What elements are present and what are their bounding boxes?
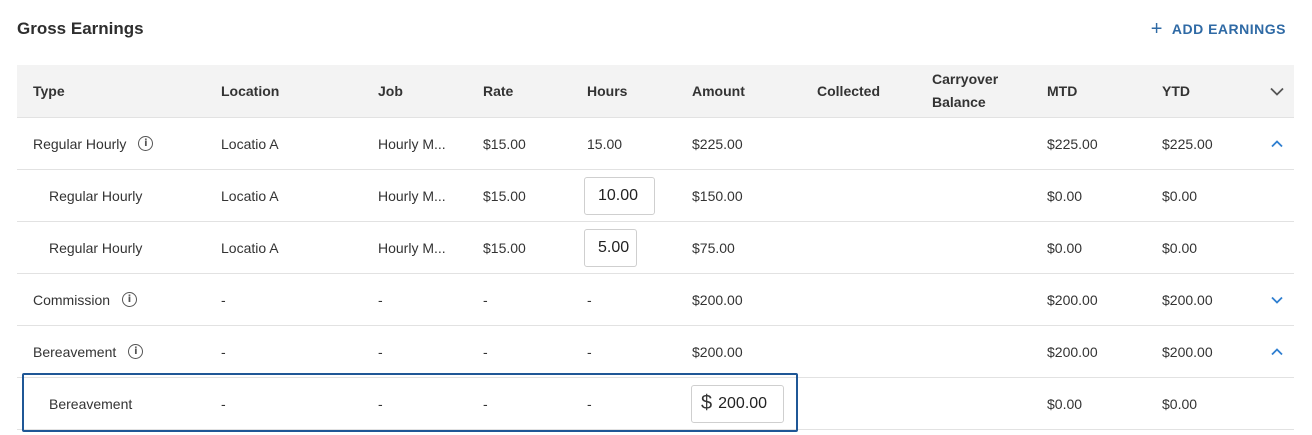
row-ytd: $225.00 [1162,135,1213,152]
row-rate: $15.00 [483,135,526,152]
row-mtd: $0.00 [1047,239,1083,256]
row-location: Locatio A [221,187,279,204]
row-type: Bereavement i [33,326,144,377]
row-ytd: $200.00 [1162,291,1213,308]
col-carryover-balance: Carryover Balance [932,65,998,117]
table-row: Bereavement - - - - $ 200.00 $0.00 $0.00 [17,378,1294,430]
plus-icon: + [1150,18,1163,40]
amount-input[interactable]: $ 200.00 [691,384,784,423]
col-mtd: MTD [1047,83,1078,99]
row-job: Hourly M... [378,187,446,204]
row-location: - [221,291,226,308]
table-row: Commission i - - - - $200.00 $200.00 $20… [17,274,1294,326]
row-rate: $15.00 [483,239,526,256]
row-type: Commission i [33,274,138,325]
row-job: - [378,343,383,360]
row-type-label: Regular Hourly [33,135,127,152]
row-ytd: $0.00 [1162,187,1198,204]
table-header: Type Location Job Rate Hours Amount Coll… [17,65,1294,118]
table-row: Regular Hourly Locatio A Hourly M... $15… [17,170,1294,222]
row-mtd: $200.00 [1047,343,1098,360]
chevron-down-icon[interactable] [1267,65,1287,117]
col-hours: Hours [587,83,628,99]
table-row: Bereavement i - - - - $200.00 $200.00 $2… [17,326,1294,378]
row-type-label: Bereavement [33,343,117,360]
row-mtd: $225.00 [1047,135,1098,152]
row-location: - [221,343,226,360]
row-ytd: $200.00 [1162,343,1213,360]
row-hours: - [587,395,592,412]
row-amount-cell: $ 200.00 [691,378,784,429]
col-job: Job [378,83,403,99]
row-amount: $75.00 [692,239,735,256]
col-rate: Rate [483,83,514,99]
row-hours-cell: 10.00 [584,170,655,221]
row-amount: $150.00 [692,187,743,204]
col-location: Location [221,83,280,99]
row-amount: $225.00 [692,135,743,152]
info-icon[interactable]: i [128,344,144,359]
row-mtd: $0.00 [1047,395,1083,412]
row-type-label: Commission [33,291,111,308]
row-job: - [378,395,383,412]
hours-input[interactable]: 5.00 [584,228,637,267]
chevron-up-icon[interactable] [1267,118,1287,169]
row-job: Hourly M... [378,135,446,152]
row-location: - [221,395,226,412]
currency-symbol: $ [701,392,713,414]
add-earnings-label: ADD EARNINGS [1171,21,1286,37]
page-title: Gross Earnings [17,19,144,38]
row-mtd: $0.00 [1047,187,1083,204]
table-row: Regular Hourly i Locatio A Hourly M... $… [17,118,1294,170]
amount-value: 200.00 [718,394,768,412]
hours-input[interactable]: 10.00 [584,176,655,215]
row-job: Hourly M... [378,239,446,256]
row-mtd: $200.00 [1047,291,1098,308]
row-rate: $15.00 [483,187,526,204]
row-job: - [378,291,383,308]
row-amount: $200.00 [692,343,743,360]
info-icon[interactable]: i [122,292,138,307]
row-type: Regular Hourly [49,239,143,256]
chevron-up-icon[interactable] [1267,326,1287,377]
col-carryover-line2: Balance [932,94,986,110]
row-rate: - [483,343,488,360]
row-amount: $200.00 [692,291,743,308]
row-location: Locatio A [221,239,279,256]
row-type: Bereavement [49,395,133,412]
row-hours: 15.00 [587,135,623,152]
row-location: Locatio A [221,135,279,152]
row-type: Regular Hourly i [33,118,154,169]
row-ytd: $0.00 [1162,239,1198,256]
row-hours: - [587,343,592,360]
table-row: Regular Hourly Locatio A Hourly M... $15… [17,222,1294,274]
row-rate: - [483,395,488,412]
row-hours-cell: 5.00 [584,222,637,273]
chevron-down-icon[interactable] [1267,274,1287,325]
earnings-table: Type Location Job Rate Hours Amount Coll… [17,65,1294,430]
col-ytd: YTD [1162,83,1190,99]
col-collected: Collected [817,83,881,99]
col-type: Type [33,83,65,99]
col-amount: Amount [692,83,745,99]
col-carryover-line1: Carryover [932,71,999,87]
info-icon[interactable]: i [138,136,154,151]
row-rate: - [483,291,488,308]
add-earnings-button[interactable]: + ADD EARNINGS [1150,18,1286,40]
row-type: Regular Hourly [49,187,143,204]
row-ytd: $0.00 [1162,395,1198,412]
row-hours: - [587,291,592,308]
